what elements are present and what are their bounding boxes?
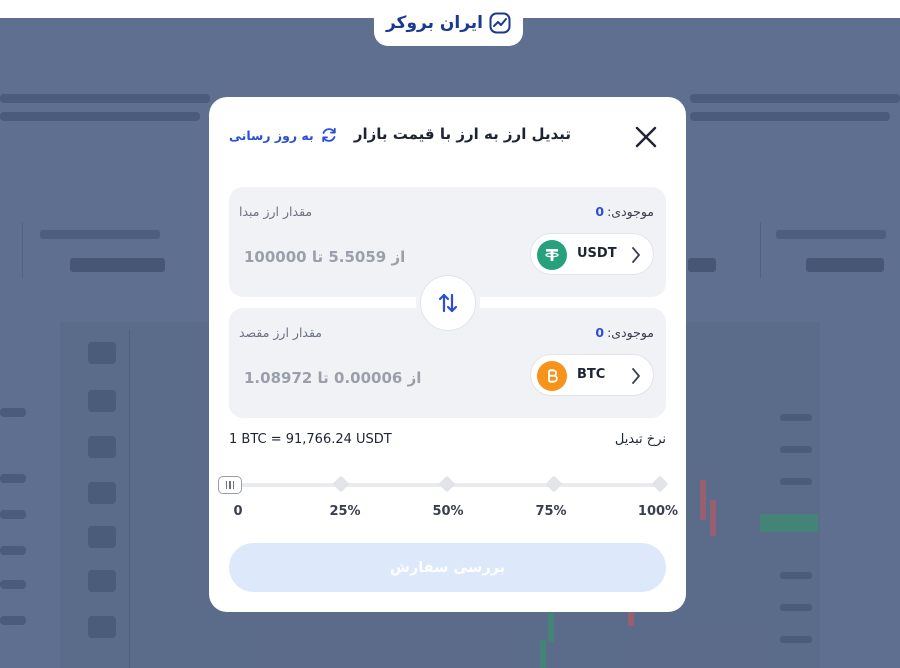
background-candle	[710, 500, 716, 536]
background-axis-tick	[780, 572, 812, 579]
destination-coin-select[interactable]: BTC	[530, 354, 654, 396]
background-axis-tick	[780, 604, 812, 611]
source-coin-select[interactable]: USDT	[530, 233, 654, 275]
background-tool-icon	[88, 390, 116, 412]
grip-icon	[229, 481, 231, 489]
slider-step-50[interactable]	[438, 475, 456, 493]
background-axis-tick	[780, 636, 812, 643]
chevron-right-icon	[632, 247, 640, 263]
background-price-tag	[760, 514, 818, 532]
background-stat-value	[70, 258, 165, 272]
source-amount-label: مقدار ارز مبدا	[239, 204, 313, 219]
background-axis-tick	[0, 408, 26, 417]
background-text-line	[690, 112, 890, 121]
exchange-rate-label: نرخ تبدیل	[614, 432, 666, 447]
background-text-line	[0, 94, 210, 103]
grip-icon	[232, 481, 235, 489]
source-balance-label: موجودی:	[607, 204, 654, 219]
background-candle	[700, 480, 706, 520]
swap-arrows-icon	[438, 293, 458, 313]
refresh-button[interactable]: به روز رسانی	[229, 126, 338, 144]
background-axis-tick	[780, 478, 812, 485]
background-tool-icon	[88, 342, 116, 364]
grip-icon	[225, 481, 228, 489]
destination-amount-label: مقدار ارز مقصد	[239, 325, 323, 340]
chevron-right-icon	[632, 368, 640, 384]
swap-button-ring	[416, 271, 480, 335]
background-axis-tick	[780, 414, 812, 421]
background-text-line	[0, 112, 200, 121]
close-icon	[635, 126, 657, 148]
source-balance: موجودی:0	[595, 204, 654, 219]
background-stat-value	[688, 258, 716, 272]
background-stat-label	[40, 230, 160, 239]
brand-logo[interactable]: ایران بروکر	[374, 0, 523, 46]
slider-step-100[interactable]	[651, 475, 669, 493]
close-button[interactable]	[632, 123, 660, 151]
background-axis-tick	[780, 446, 812, 453]
refresh-icon	[321, 127, 336, 143]
destination-balance-label: موجودی:	[607, 325, 654, 340]
background-axis-tick	[0, 616, 26, 625]
background-divider	[760, 222, 761, 278]
slider-tick-label: 25%	[329, 504, 361, 519]
slider-step-25[interactable]	[332, 475, 350, 493]
background-text-line	[690, 94, 900, 103]
slider-tick-label: 0	[233, 504, 243, 519]
swap-currencies-button[interactable]	[420, 275, 476, 331]
background-candle	[548, 612, 554, 642]
convert-modal: تبدیل ارز به ارز با قیمت بازار به روز رس…	[209, 97, 686, 612]
slider-tick-label: 50%	[432, 504, 464, 519]
exchange-rate-value: 1 BTC = 91,766.24 USDT	[229, 432, 392, 447]
bitcoin-icon	[537, 361, 567, 391]
background-axis-tick	[0, 546, 26, 555]
background-axis-tick	[0, 474, 26, 483]
percent-slider-handle[interactable]	[218, 476, 242, 494]
destination-amount-input[interactable]: از 0.00006 تا 1.08972	[244, 369, 421, 387]
review-order-button[interactable]: بررسی سفارش	[229, 543, 666, 592]
background-stat-label	[776, 230, 886, 239]
slider-tick-label: 100%	[637, 504, 679, 519]
background-divider	[22, 222, 23, 278]
background-axis-tick	[0, 580, 26, 589]
background-tool-icon	[88, 526, 116, 548]
background-tool-icon	[88, 570, 116, 592]
background-tool-icon	[88, 436, 116, 458]
brand-logo-text: ایران بروکر	[385, 13, 484, 33]
background-axis-tick	[0, 510, 26, 519]
source-amount-input[interactable]: از 5.5059 تا 100000	[244, 248, 405, 266]
slider-tick-label: 75%	[535, 504, 567, 519]
destination-balance: موجودی:0	[595, 325, 654, 340]
refresh-label: به روز رسانی	[229, 127, 314, 143]
background-tool-icon	[88, 482, 116, 504]
destination-coin-code: BTC	[577, 367, 606, 382]
slider-step-75[interactable]	[545, 475, 563, 493]
background-tool-icon	[88, 616, 116, 638]
source-coin-code: USDT	[577, 246, 617, 261]
destination-balance-value: 0	[595, 325, 605, 340]
source-balance-value: 0	[595, 204, 605, 219]
modal-title: تبدیل ارز به ارز با قیمت بازار	[353, 125, 571, 143]
trend-chart-icon	[489, 12, 511, 34]
background-candle	[540, 640, 546, 668]
tether-icon	[537, 240, 567, 270]
background-stat-value	[806, 258, 884, 272]
